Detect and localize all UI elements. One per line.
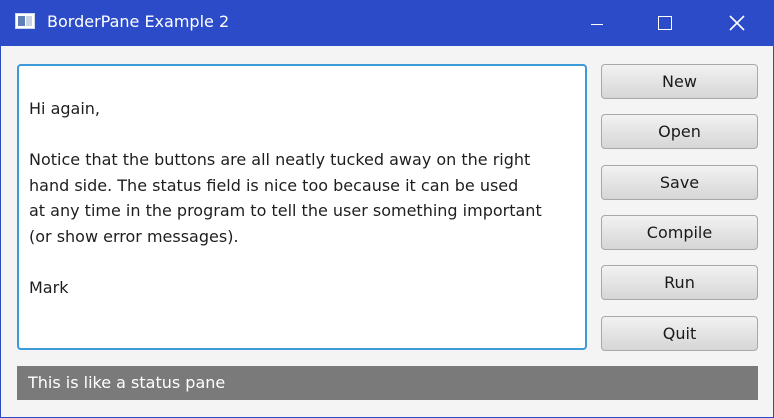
maximize-button[interactable] [637,0,693,46]
app-window-icon [15,13,35,29]
close-icon [729,15,745,31]
minimize-button[interactable] [569,0,625,46]
open-button[interactable]: Open [601,114,758,149]
title-bar[interactable]: BorderPane Example 2 [1,0,774,46]
quit-button[interactable]: Quit [601,316,758,351]
new-button[interactable]: New [601,64,758,99]
run-button[interactable]: Run [601,265,758,300]
application-window: BorderPane Example 2 Hi again, Notice th… [0,0,774,418]
message-text-area[interactable]: Hi again, Notice that the buttons are al… [17,64,587,350]
window-title: BorderPane Example 2 [47,12,230,31]
status-pane: This is like a status pane [17,366,758,400]
close-button[interactable] [709,0,765,46]
maximize-icon [658,16,672,30]
minimize-icon [591,23,603,25]
save-button[interactable]: Save [601,165,758,200]
compile-button[interactable]: Compile [601,215,758,250]
